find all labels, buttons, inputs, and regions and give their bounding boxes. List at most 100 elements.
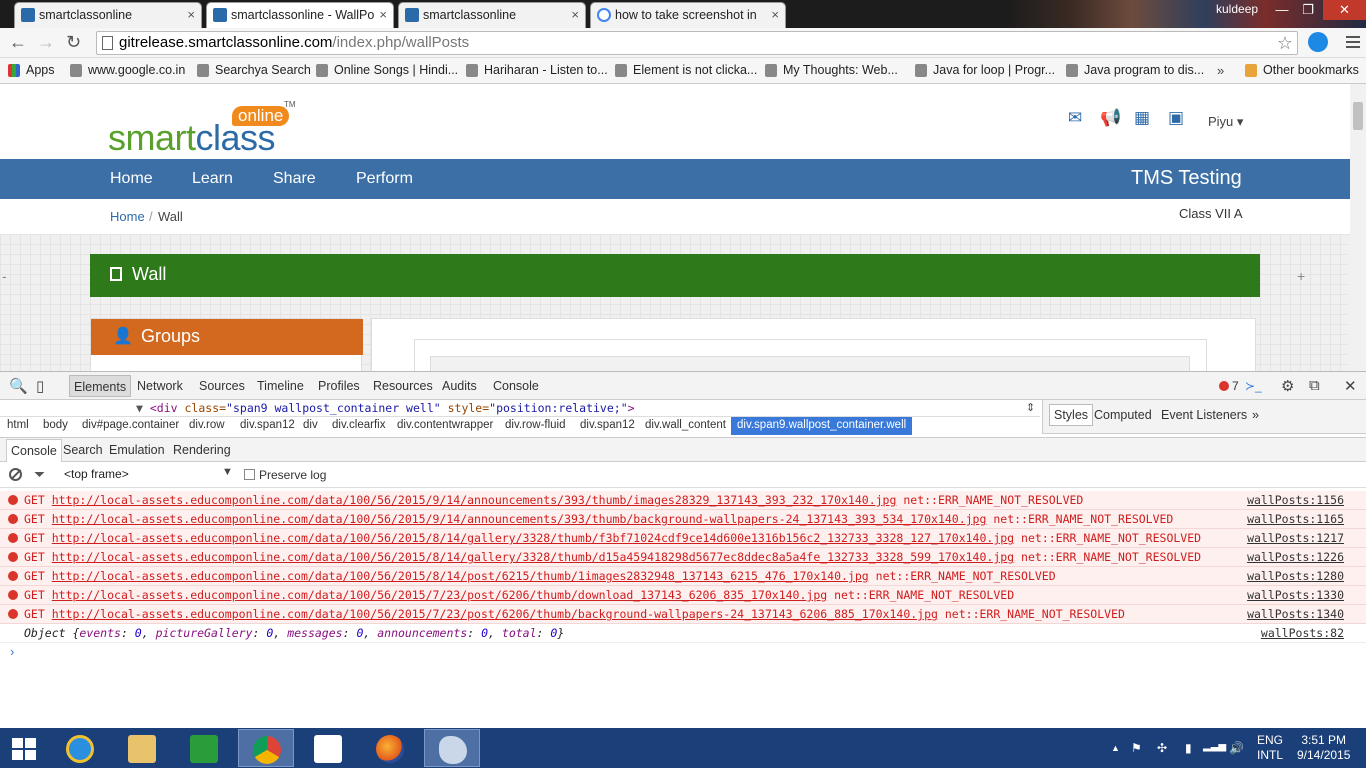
styles-overflow-chevron[interactable]: » [1252,408,1259,422]
drawer-tab-rendering[interactable]: Rendering [173,443,231,457]
bookmark-item[interactable]: Hariharan - Listen to... [466,63,608,77]
bookmark-item[interactable]: www.google.co.in [70,63,185,77]
dom-crumb[interactable]: div.span12 [240,419,295,431]
console-error-row[interactable]: GET http://local-assets.educomponline.co… [0,510,1366,529]
bookmark-item[interactable]: Online Songs | Hindi... [316,63,458,77]
other-bookmarks-folder[interactable]: Other bookmarks [1245,63,1359,77]
battery-icon[interactable]: ▮ [1185,741,1192,755]
dom-crumb[interactable]: div.span12 [580,419,635,431]
dom-crumb[interactable]: div#page.container [82,419,179,431]
drawer-tab-console[interactable]: Console [6,439,62,463]
network-share-icon[interactable]: ✣ [1157,741,1167,755]
tab-timeline[interactable]: Timeline [257,379,304,393]
profile-name[interactable]: kuldeep [1216,2,1258,16]
volume-icon[interactable]: 🔊 [1229,741,1244,755]
tab-close-icon[interactable]: × [571,3,579,27]
tab-close-icon[interactable]: × [771,3,779,27]
log-source-link[interactable]: wallPosts:1165 [1247,510,1344,528]
preserve-log-checkbox[interactable]: Preserve log [244,468,326,482]
settings-gear-icon[interactable]: ⚙ [1281,377,1294,395]
chrome-icon[interactable] [238,729,294,767]
request-url-link[interactable]: http://local-assets.educomponline.com/da… [52,531,1014,545]
bookmark-item[interactable]: Searchya Search [197,63,311,77]
input-language[interactable]: ENG INTL [1257,733,1283,763]
selected-dom-node[interactable]: ▼ <div class="span9 wallpost_container w… [0,400,1040,416]
dom-crumb[interactable]: body [43,419,68,431]
internet-explorer-icon[interactable] [52,729,108,767]
picture-icon[interactable]: ▣ [1166,109,1186,126]
user-menu[interactable]: Piyu ▾ [1208,114,1243,130]
forward-icon[interactable]: → [37,32,55,52]
browser-tab[interactable]: smartclassonline × [398,2,586,28]
browser-tab-active[interactable]: smartclassonline - WallPo × [206,2,394,28]
drawer-tab-search[interactable]: Search [63,443,103,457]
dom-crumb[interactable]: html [7,419,29,431]
close-devtools-icon[interactable]: ✕ [1344,377,1357,395]
request-url-link[interactable]: http://local-assets.educomponline.com/da… [52,493,897,507]
calendar-icon[interactable]: ▦ [1132,109,1152,126]
log-source-link[interactable]: wallPosts:1217 [1247,529,1344,547]
frame-select[interactable]: <top frame> [64,467,129,481]
smartclass-logo[interactable]: smartclass [108,120,276,156]
request-url-link[interactable]: http://local-assets.educomponline.com/da… [52,512,987,526]
log-source-link[interactable]: wallPosts:1280 [1247,567,1344,585]
frame-select-arrow-icon[interactable]: ▼ [222,466,233,478]
file-explorer-icon[interactable] [114,729,170,767]
bookmarks-overflow-chevron[interactable]: » [1217,63,1224,78]
collapse-left-icon[interactable]: - [2,268,7,284]
close-window-button[interactable]: ✕ [1323,0,1366,20]
action-center-icon[interactable]: ⚑ [1131,741,1142,755]
system-clock[interactable]: 3:51 PM 9/14/2015 [1297,733,1350,763]
chrome-menu-icon[interactable] [1346,36,1360,48]
dom-crumb[interactable]: div.contentwrapper [397,419,493,431]
wifi-signal-icon[interactable]: ▂▃▅ [1203,741,1226,752]
restore-button[interactable]: ❐ [1295,0,1321,20]
tab-event-listeners[interactable]: Event Listeners [1161,408,1247,422]
tab-close-icon[interactable]: × [187,3,195,27]
drawer-tab-emulation[interactable]: Emulation [109,443,165,457]
request-url-link[interactable]: http://local-assets.educomponline.com/da… [52,569,869,583]
dock-side-icon[interactable]: ⧉ [1309,377,1320,394]
browser-tab[interactable]: how to take screenshot in × [590,2,786,28]
clear-console-icon[interactable] [9,468,22,481]
bookmark-item[interactable]: Element is not clicka... [615,63,757,77]
log-source-link[interactable]: wallPosts:1156 [1247,491,1344,509]
store-icon[interactable] [176,729,232,767]
dom-crumb[interactable]: div.clearfix [332,419,385,431]
device-mode-icon[interactable]: ▯ [36,377,44,395]
nav-share[interactable]: Share [273,170,316,188]
scrollbar-thumb[interactable] [1353,102,1363,130]
console-object-log[interactable]: Object {events: 0, pictureGallery: 0, me… [0,624,1366,643]
request-url-link[interactable]: http://local-assets.educomponline.com/da… [52,588,827,602]
address-bar[interactable]: gitrelease.smartclassonline.com/index.ph… [96,31,1298,55]
bookmark-item[interactable]: My Thoughts: Web... [765,63,898,77]
paint-icon[interactable] [424,729,480,767]
browser-tab[interactable]: smartclassonline × [14,2,202,28]
checkbox-box[interactable] [244,469,255,480]
app-grid-icon[interactable] [300,729,356,767]
nav-home[interactable]: Home [110,170,153,188]
dom-crumb[interactable]: div.row-fluid [505,419,566,431]
request-url-link[interactable]: http://local-assets.educomponline.com/da… [52,550,1014,564]
filter-icon[interactable]: ⏷ [34,466,45,483]
log-source-link[interactable]: wallPosts:1226 [1247,548,1344,566]
reload-icon[interactable]: ↻ [66,32,81,52]
tab-audits[interactable]: Audits [442,379,477,393]
error-counter[interactable]: 7 [1219,379,1239,393]
tab-network[interactable]: Network [137,379,183,393]
dom-crumb-selected[interactable]: div.span9.wallpost_container.well [731,417,913,435]
minimize-button[interactable]: — [1269,0,1295,20]
expand-right-icon[interactable]: + [1297,268,1305,284]
bookmark-star-icon[interactable]: ☆ [1277,32,1293,54]
bookmark-item[interactable]: Apps [8,63,55,77]
expand-arrow-icon[interactable]: ▼ [136,401,143,415]
console-error-row[interactable]: GET http://local-assets.educomponline.co… [0,567,1366,586]
groups-header[interactable]: 👤 Groups [91,319,363,355]
back-icon[interactable]: ← [9,32,27,52]
log-source-link[interactable]: wallPosts:1330 [1247,586,1344,604]
log-source-link[interactable]: wallPosts:82 [1261,624,1344,642]
nav-learn[interactable]: Learn [192,170,233,188]
console-drawer-icon[interactable]: ≻_ [1245,379,1262,393]
firefox-icon[interactable] [362,729,418,767]
request-url-link[interactable]: http://local-assets.educomponline.com/da… [52,607,938,621]
